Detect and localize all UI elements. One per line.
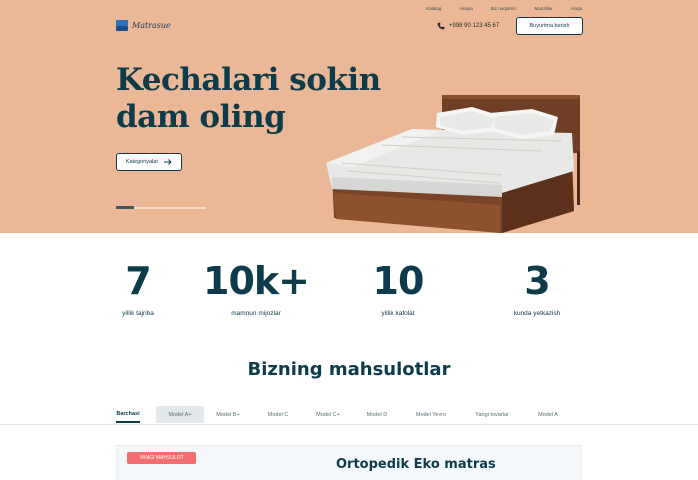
- tab-model-c[interactable]: Model C: [262, 406, 294, 423]
- stat-label: mamnun mijozlar: [231, 310, 281, 317]
- phone-icon: [437, 22, 445, 30]
- tab-model-a-plus[interactable]: Model A+: [156, 406, 204, 423]
- phone-link[interactable]: +998 90 123 45 67: [437, 22, 499, 30]
- phone-number: +998 90 123 45 67: [449, 23, 500, 29]
- stat-value: 7: [125, 259, 151, 303]
- top-navigation: Katalog Aksiya Biz nuqtamiz Manzillar Al…: [408, 6, 582, 11]
- nav-item-biz-nuqtamiz[interactable]: Biz nuqtamiz: [491, 6, 517, 11]
- product-title[interactable]: Ortopedik Eko matras: [336, 457, 496, 472]
- stat-value: 10: [372, 259, 425, 303]
- tab-model-a[interactable]: Model A: [534, 406, 562, 423]
- tab-model-yevro[interactable]: Model Yevro: [412, 406, 450, 423]
- nav-item-aloqa[interactable]: Aloqa: [570, 6, 582, 11]
- bed-image: [326, 95, 580, 233]
- stat-label: yillik tajriba: [122, 310, 154, 317]
- stat-label: yillik kafolat: [381, 310, 415, 317]
- nav-item-katalog[interactable]: Katalog: [426, 6, 441, 11]
- logo-icon: [116, 19, 128, 31]
- tab-model-d[interactable]: Model D: [362, 406, 392, 423]
- order-button[interactable]: Buyurtma berish: [516, 17, 583, 35]
- tab-model-c-plus[interactable]: Model C+: [312, 406, 344, 423]
- stat-value: 10k+: [203, 259, 310, 303]
- products-title: Bizning mahsulotlar: [247, 359, 451, 380]
- stat-delivery: 3 kunda yetkazish: [482, 262, 592, 317]
- brand-logo[interactable]: Matrasue: [116, 19, 171, 31]
- stat-warranty: 10 yillik kafolat: [343, 262, 453, 317]
- new-product-badge: YANGI MAHSULOT: [127, 452, 196, 464]
- stat-experience: 7 yillik tajriba: [83, 262, 193, 317]
- stat-label: kunda yetkazish: [513, 310, 561, 317]
- nav-item-aksiya[interactable]: Aksiya: [459, 6, 472, 11]
- categories-button[interactable]: Kategoriyalar: [116, 153, 182, 171]
- arrow-right-icon: [164, 159, 172, 165]
- stat-value: 3: [524, 259, 550, 303]
- categories-button-label: Kategoriyalar: [125, 159, 159, 165]
- tab-yangi-tovarlar[interactable]: Yangi tovarlar: [470, 406, 514, 423]
- tab-model-b-plus[interactable]: Model B+: [212, 406, 244, 423]
- stat-customers: 10k+ mamnun mijozlar: [201, 262, 311, 317]
- tabs-divider: [0, 424, 698, 425]
- tab-barchasi[interactable]: Barchasi: [116, 406, 140, 423]
- hero-slider-indicator[interactable]: [116, 206, 134, 209]
- nav-item-manzillar[interactable]: Manzillar: [534, 6, 552, 11]
- brand-name: Matrasue: [132, 20, 171, 30]
